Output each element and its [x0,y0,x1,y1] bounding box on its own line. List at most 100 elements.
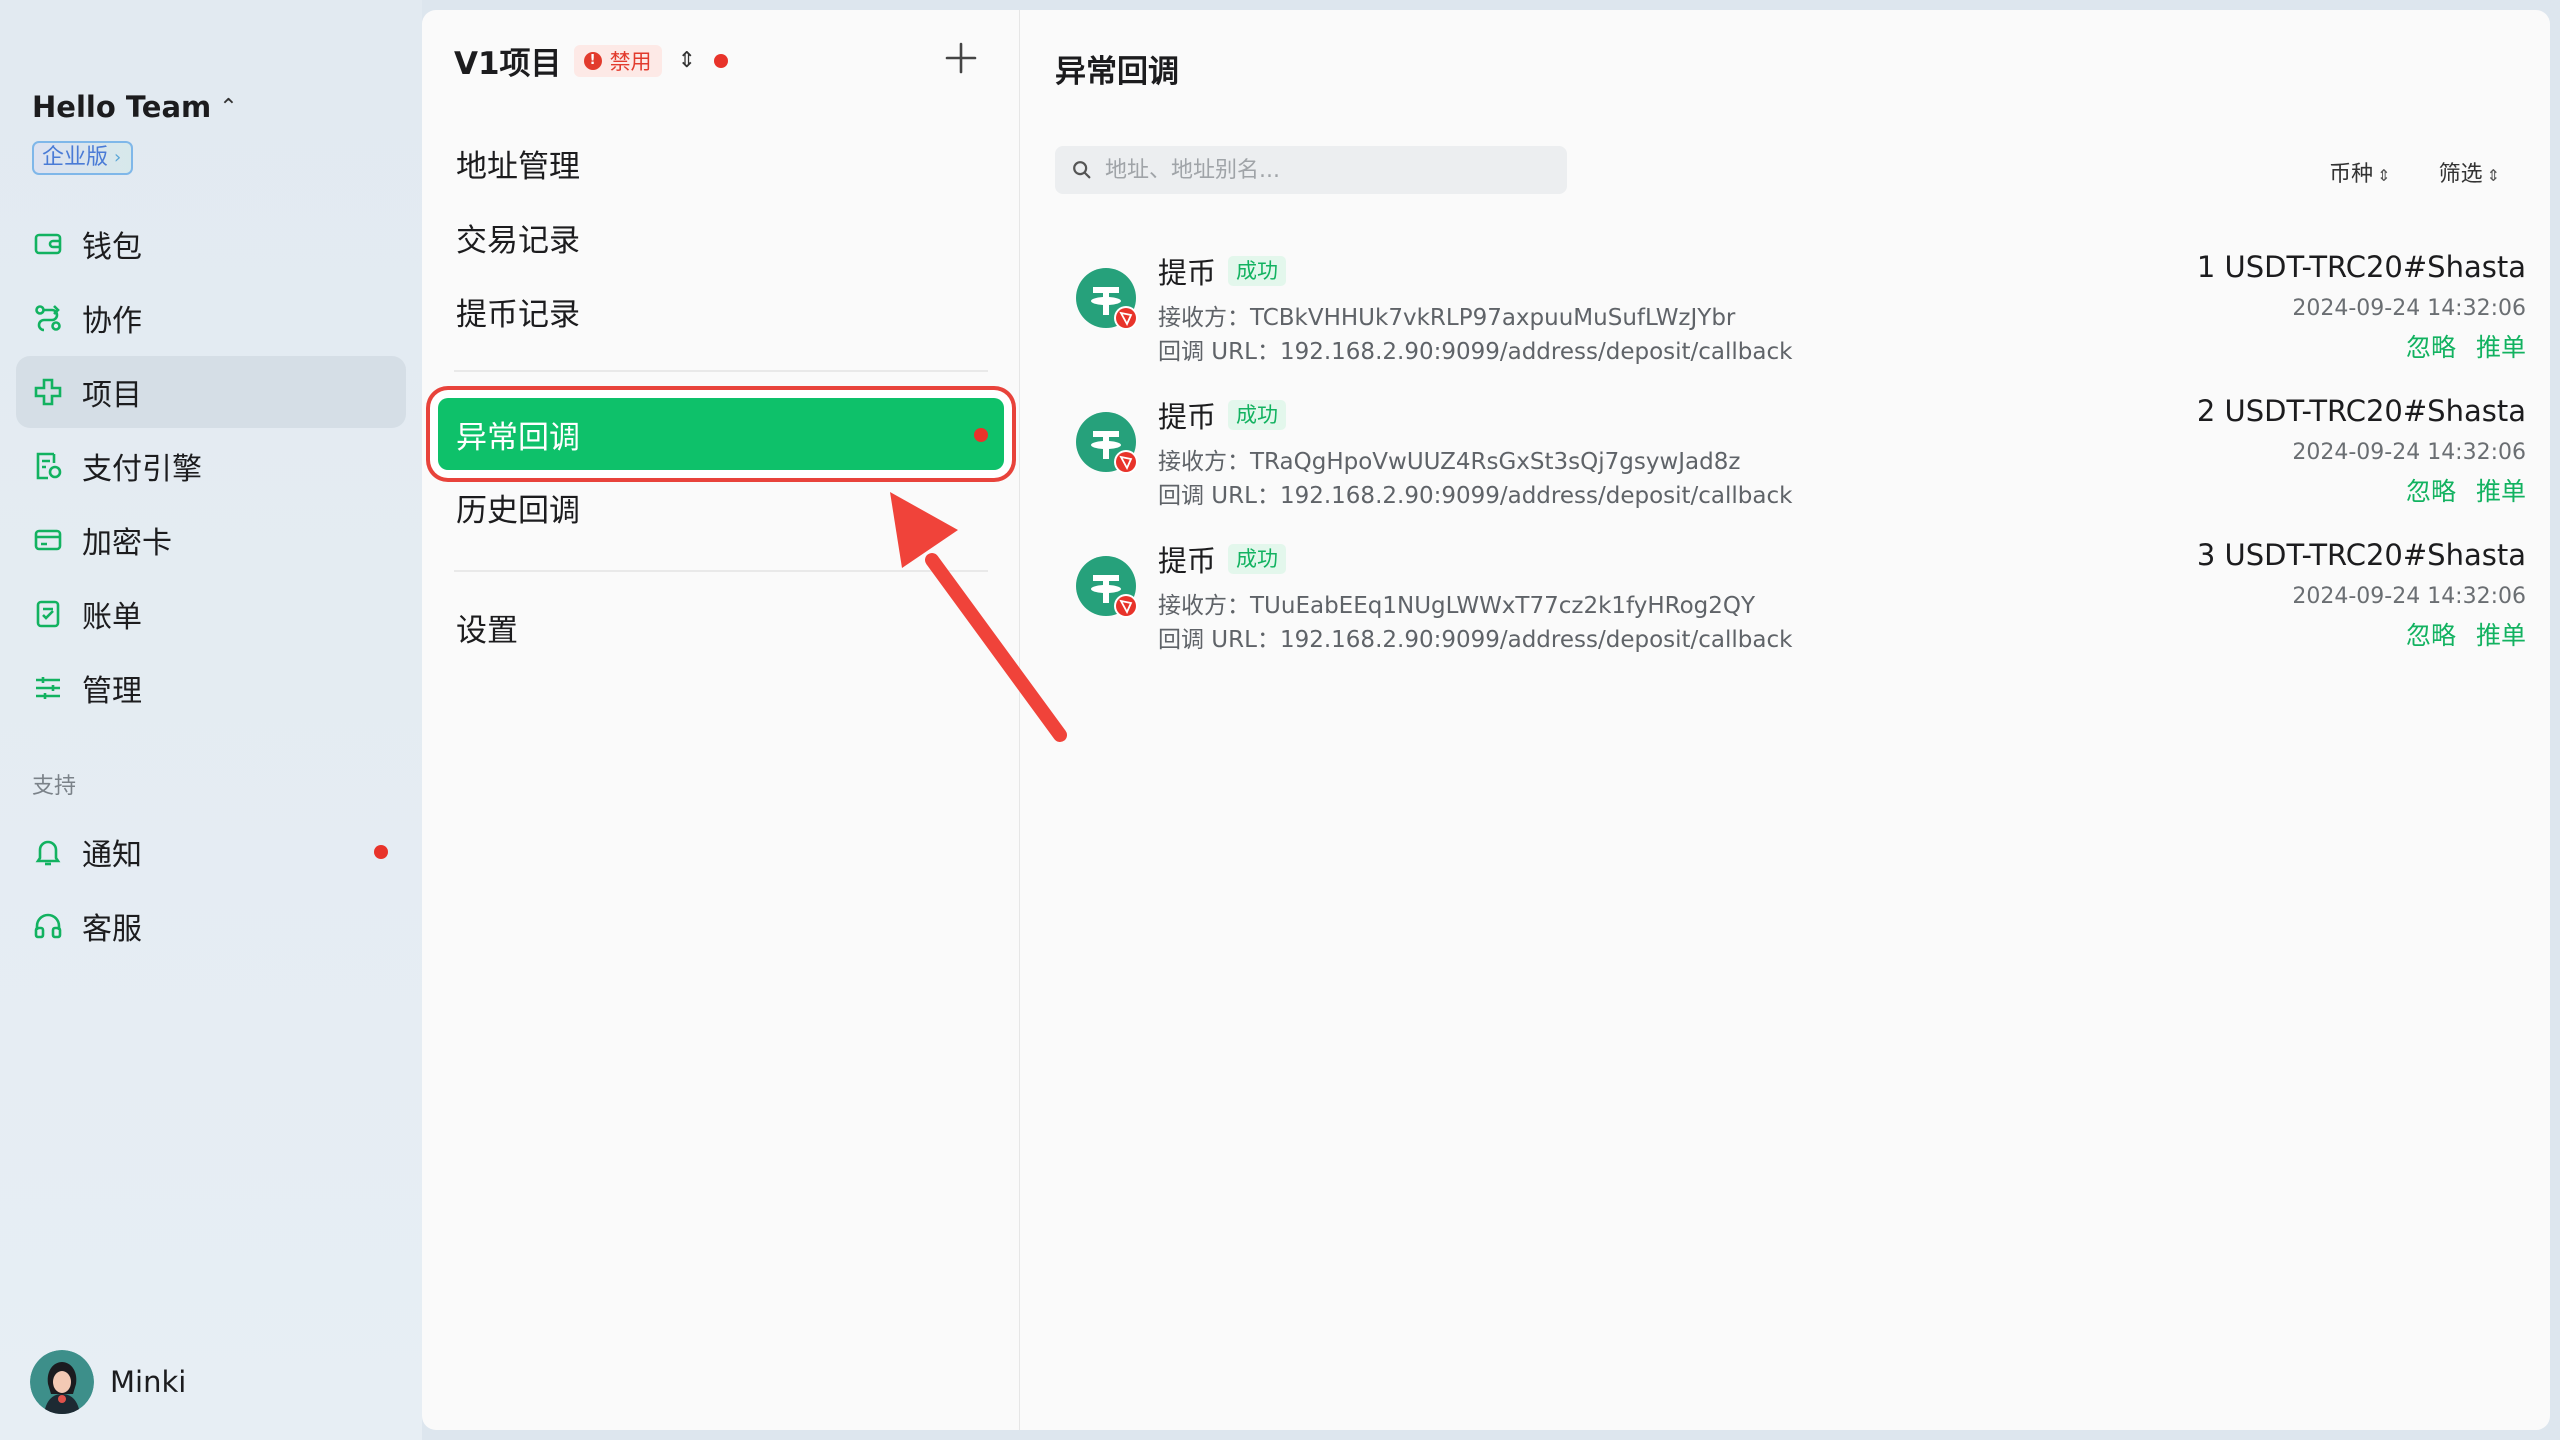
project-header: V1项目 ! 禁用 ⇕ [454,38,728,83]
ignore-button[interactable]: 忽略 [2406,616,2456,652]
menu-item-callback-history[interactable]: 历史回调 [422,470,1020,544]
receiver-key: 接收方： [1158,305,1250,331]
record-actions: 忽略 推单 [2406,616,2526,652]
record-amount: 3 USDT-TRC20#Shasta [2196,538,2526,572]
card-icon [32,524,64,556]
sidebar-item-label: 账单 [82,600,142,635]
push-button[interactable]: 推单 [2476,328,2526,364]
callback-url: 192.168.2.90:9099/address/deposit/callba… [1279,627,1793,653]
receiver-address: TCBkVHHUk7vkRLP97axpuuMuSufLWzJYbr [1250,305,1736,331]
sidebar-item-project[interactable]: 项目 [16,356,406,428]
support-nav: 通知 客服 [16,816,406,964]
ignore-button[interactable]: 忽略 [2406,328,2456,364]
record-type-label: 提币 [1158,400,1217,434]
sidebar-item-wallet[interactable]: 钱包 [16,208,406,280]
plus-icon [945,42,977,74]
sidebar-item-label: 客服 [82,912,142,947]
sidebar-item-bills[interactable]: 账单 [16,578,406,650]
record-type-label: 提币 [1158,256,1217,290]
menu-item-label: 异常回调 [456,419,580,456]
ignore-button[interactable]: 忽略 [2406,472,2456,508]
sidebar-item-label: 管理 [82,674,142,709]
filter-bar: 币种 ⇕ 筛选 ⇕ [2329,156,2500,188]
record-amount: 2 USDT-TRC20#Shasta [2196,394,2526,428]
usdt-trc20-icon [1076,556,1138,618]
sidebar-item-label: 钱包 [82,230,142,265]
sidebar-item-payment-engine[interactable]: 支付引擎 [16,430,406,502]
chevron-updown-icon: ⌃ [219,94,238,120]
usdt-trc20-icon [1076,268,1138,330]
support-section-label: 支持 [32,774,77,799]
receiver-key: 接收方： [1158,449,1250,475]
collab-icon [32,302,64,334]
chevron-updown-icon: ⇕ [2486,166,2500,185]
tier-label: 企业版 [42,145,109,170]
menu-item-address-management[interactable]: 地址管理 [422,126,1020,200]
team-switcher[interactable]: Hello Team ⌃ [32,90,238,124]
add-button[interactable] [941,38,981,78]
bill-icon [32,598,64,630]
project-switch-icon[interactable]: ⇕ [678,48,696,73]
menu-item-abnormal-callbacks[interactable]: 异常回调 [438,398,1004,470]
record-type: 提币 成功 [1158,394,1287,436]
receiver-line: 接收方：TCBkVHHUk7vkRLP97axpuuMuSufLWzJYbr [1158,298,1735,332]
callback-url: 192.168.2.90:9099/address/deposit/callba… [1279,339,1793,365]
menu-divider [454,570,988,572]
list-item[interactable]: 提币 成功 接收方：TUuEabEEq1NUgLWWxT77cz2k1fyHRo… [1076,538,2526,658]
list-item[interactable]: 提币 成功 接收方：TCBkVHHUk7vkRLP97axpuuMuSufLWz… [1076,250,2526,370]
chevron-updown-icon: ⇕ [2377,166,2391,185]
main-content: 异常回调 币种⇕ 筛选⇕ 提币 成功 接收方：TCBkVHHUk7vkRLP97… [1020,10,2550,1430]
push-button[interactable]: 推单 [2476,472,2526,508]
search-box[interactable] [1055,146,1567,194]
receiver-address: TUuEabEEq1NUgLWWxT77cz2k1fyHRog2QY [1250,593,1756,619]
coin-filter-label: 币种 [2329,162,2374,187]
filter-dropdown[interactable]: 筛选 ⇕ [2439,156,2500,188]
user-profile[interactable]: Minki [30,1350,186,1414]
status-badge: 成功 [1228,256,1287,286]
menu-item-transactions[interactable]: 交易记录 [422,200,1020,274]
tier-badge[interactable]: 企业版 › [32,141,134,175]
push-button[interactable]: 推单 [2476,616,2526,652]
sidebar-item-label: 加密卡 [82,526,172,561]
sidebar-item-support[interactable]: 客服 [16,890,406,962]
coin-filter-dropdown[interactable]: 币种 ⇕ [2329,156,2390,188]
main-nav: 钱包 协作 项目 支付引擎 加密卡 账单 管理 [16,208,406,726]
menu-item-label: 历史回调 [456,492,580,529]
menu-item-settings[interactable]: 设置 [422,590,1020,664]
record-actions: 忽略 推单 [2406,328,2526,364]
status-badge: 成功 [1228,544,1287,574]
sidebar-item-manage[interactable]: 管理 [16,652,406,724]
menu-item-label: 交易记录 [456,222,580,259]
menu-item-withdrawals[interactable]: 提币记录 [422,274,1020,348]
usdt-trc20-icon [1076,412,1138,474]
menu-item-label: 提币记录 [456,296,580,333]
menu-item-label: 地址管理 [456,148,580,185]
notification-dot [374,845,388,859]
filter-label: 筛选 [2438,162,2483,187]
user-name: Minki [110,1365,187,1399]
record-type: 提币 成功 [1158,250,1287,292]
menu-divider [454,370,988,372]
payment-engine-icon [32,450,64,482]
sidebar-item-notifications[interactable]: 通知 [16,816,406,888]
record-type-label: 提币 [1158,544,1217,578]
callback-line: 回调 URL：192.168.2.90:9099/address/deposit… [1158,332,1792,366]
receiver-line: 接收方：TUuEabEEq1NUgLWWxT77cz2k1fyHRog2QY [1158,586,1755,620]
sidebar-item-collab[interactable]: 协作 [16,282,406,354]
callback-key: 回调 URL： [1158,339,1280,365]
list-item[interactable]: 提币 成功 接收方：TRaQgHpoVwUUZ4RsGxSt3sQj7gsywJ… [1076,394,2526,514]
sidebar-item-crypto-card[interactable]: 加密卡 [16,504,406,576]
project-panel: V1项目 ! 禁用 ⇕ 地址管理 交易记录 提币记录 异常回调 历史回调 设置 [422,10,1020,1430]
record-time: 2024-09-24 14:32:06 [2292,440,2526,465]
record-amount: 1 USDT-TRC20#Shasta [2196,250,2526,284]
search-icon [1073,161,1091,179]
sidebar-item-label: 通知 [82,838,142,873]
search-input[interactable] [1105,157,1545,183]
record-actions: 忽略 推单 [2406,472,2526,508]
headset-icon [32,910,64,942]
receiver-line: 接收方：TRaQgHpoVwUUZ4RsGxSt3sQj7gsywJad8z [1158,442,1740,476]
callback-url: 192.168.2.90:9099/address/deposit/callba… [1279,483,1793,509]
sidebar: Hello Team ⌃ 企业版 › 钱包 协作 项目 支付引擎 加密卡 账单 … [0,0,422,1440]
status-badge: 成功 [1228,400,1287,430]
sidebar-item-label: 支付引擎 [82,452,202,487]
